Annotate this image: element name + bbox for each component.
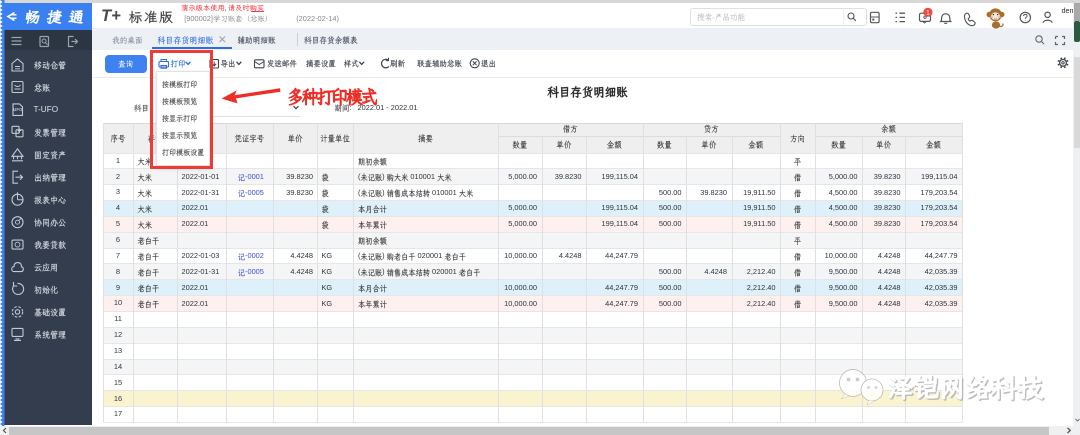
svg-text:1: 1: [926, 10, 930, 17]
